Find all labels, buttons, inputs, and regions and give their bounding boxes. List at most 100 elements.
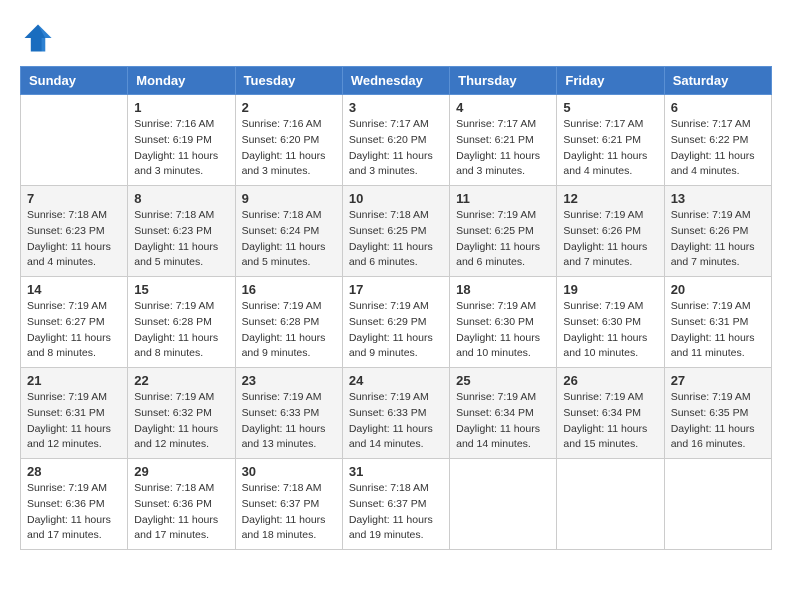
day-number: 15 <box>134 282 228 297</box>
day-number: 18 <box>456 282 550 297</box>
day-number: 21 <box>27 373 121 388</box>
day-info: Sunrise: 7:19 AMSunset: 6:31 PMDaylight:… <box>27 390 121 453</box>
day-number: 25 <box>456 373 550 388</box>
day-info: Sunrise: 7:17 AMSunset: 6:22 PMDaylight:… <box>671 117 765 180</box>
day-info: Sunrise: 7:18 AMSunset: 6:37 PMDaylight:… <box>242 481 336 544</box>
calendar-week-row: 28Sunrise: 7:19 AMSunset: 6:36 PMDayligh… <box>21 459 772 550</box>
day-info: Sunrise: 7:19 AMSunset: 6:29 PMDaylight:… <box>349 299 443 362</box>
calendar-cell: 7 Sunrise: 7:18 AMSunset: 6:23 PMDaylight… <box>21 186 128 277</box>
calendar-cell: 25 Sunrise: 7:19 AMSunset: 6:34 PMDayligh… <box>450 368 557 459</box>
calendar-day-header: Thursday <box>450 67 557 95</box>
day-info: Sunrise: 7:18 AMSunset: 6:24 PMDaylight:… <box>242 208 336 271</box>
day-info: Sunrise: 7:18 AMSunset: 6:36 PMDaylight:… <box>134 481 228 544</box>
calendar-cell: 18 Sunrise: 7:19 AMSunset: 6:30 PMDayligh… <box>450 277 557 368</box>
day-info: Sunrise: 7:19 AMSunset: 6:27 PMDaylight:… <box>27 299 121 362</box>
calendar-day-header: Monday <box>128 67 235 95</box>
day-number: 1 <box>134 100 228 115</box>
day-number: 8 <box>134 191 228 206</box>
day-number: 20 <box>671 282 765 297</box>
calendar-cell: 21 Sunrise: 7:19 AMSunset: 6:31 PMDayligh… <box>21 368 128 459</box>
day-number: 31 <box>349 464 443 479</box>
calendar-table: SundayMondayTuesdayWednesdayThursdayFrid… <box>20 66 772 550</box>
calendar-cell: 1 Sunrise: 7:16 AMSunset: 6:19 PMDaylight… <box>128 95 235 186</box>
calendar-day-header: Friday <box>557 67 664 95</box>
day-info: Sunrise: 7:19 AMSunset: 6:26 PMDaylight:… <box>563 208 657 271</box>
day-number: 3 <box>349 100 443 115</box>
calendar-day-header: Sunday <box>21 67 128 95</box>
page-header <box>20 20 772 56</box>
calendar-cell <box>664 459 771 550</box>
calendar-week-row: 14 Sunrise: 7:19 AMSunset: 6:27 PMDayligh… <box>21 277 772 368</box>
day-number: 10 <box>349 191 443 206</box>
day-number: 30 <box>242 464 336 479</box>
day-number: 6 <box>671 100 765 115</box>
calendar-cell: 11 Sunrise: 7:19 AMSunset: 6:25 PMDayligh… <box>450 186 557 277</box>
calendar-cell: 20 Sunrise: 7:19 AMSunset: 6:31 PMDayligh… <box>664 277 771 368</box>
day-info: Sunrise: 7:19 AMSunset: 6:30 PMDaylight:… <box>563 299 657 362</box>
calendar-week-row: 1 Sunrise: 7:16 AMSunset: 6:19 PMDaylight… <box>21 95 772 186</box>
day-info: Sunrise: 7:17 AMSunset: 6:20 PMDaylight:… <box>349 117 443 180</box>
day-number: 29 <box>134 464 228 479</box>
calendar-cell: 2 Sunrise: 7:16 AMSunset: 6:20 PMDaylight… <box>235 95 342 186</box>
calendar-cell: 28Sunrise: 7:19 AMSunset: 6:36 PMDayligh… <box>21 459 128 550</box>
calendar-cell <box>21 95 128 186</box>
calendar-cell <box>450 459 557 550</box>
calendar-cell: 17 Sunrise: 7:19 AMSunset: 6:29 PMDayligh… <box>342 277 449 368</box>
calendar-cell: 24 Sunrise: 7:19 AMSunset: 6:33 PMDayligh… <box>342 368 449 459</box>
calendar-day-header: Saturday <box>664 67 771 95</box>
calendar-cell: 8Sunrise: 7:18 AMSunset: 6:23 PMDaylight… <box>128 186 235 277</box>
day-info: Sunrise: 7:17 AMSunset: 6:21 PMDaylight:… <box>456 117 550 180</box>
calendar-week-row: 21 Sunrise: 7:19 AMSunset: 6:31 PMDayligh… <box>21 368 772 459</box>
logo-icon <box>20 20 56 56</box>
calendar-cell: 23Sunrise: 7:19 AMSunset: 6:33 PMDayligh… <box>235 368 342 459</box>
day-info: Sunrise: 7:19 AMSunset: 6:32 PMDaylight:… <box>134 390 228 453</box>
day-info: Sunrise: 7:19 AMSunset: 6:30 PMDaylight:… <box>456 299 550 362</box>
day-info: Sunrise: 7:16 AMSunset: 6:19 PMDaylight:… <box>134 117 228 180</box>
calendar-cell: 22 Sunrise: 7:19 AMSunset: 6:32 PMDayligh… <box>128 368 235 459</box>
day-number: 4 <box>456 100 550 115</box>
day-info: Sunrise: 7:19 AMSunset: 6:33 PMDaylight:… <box>349 390 443 453</box>
day-info: Sunrise: 7:19 AMSunset: 6:33 PMDaylight:… <box>242 390 336 453</box>
calendar-header-row: SundayMondayTuesdayWednesdayThursdayFrid… <box>21 67 772 95</box>
day-number: 16 <box>242 282 336 297</box>
calendar-day-header: Wednesday <box>342 67 449 95</box>
day-info: Sunrise: 7:18 AMSunset: 6:23 PMDaylight:… <box>27 208 121 271</box>
day-info: Sunrise: 7:16 AMSunset: 6:20 PMDaylight:… <box>242 117 336 180</box>
calendar-cell: 16 Sunrise: 7:19 AMSunset: 6:28 PMDayligh… <box>235 277 342 368</box>
day-number: 22 <box>134 373 228 388</box>
day-number: 14 <box>27 282 121 297</box>
calendar-day-header: Tuesday <box>235 67 342 95</box>
day-info: Sunrise: 7:17 AMSunset: 6:21 PMDaylight:… <box>563 117 657 180</box>
calendar-body: 1 Sunrise: 7:16 AMSunset: 6:19 PMDaylight… <box>21 95 772 550</box>
calendar-cell: 31 Sunrise: 7:18 AMSunset: 6:37 PMDayligh… <box>342 459 449 550</box>
calendar-cell: 14 Sunrise: 7:19 AMSunset: 6:27 PMDayligh… <box>21 277 128 368</box>
calendar-cell: 30 Sunrise: 7:18 AMSunset: 6:37 PMDayligh… <box>235 459 342 550</box>
day-number: 17 <box>349 282 443 297</box>
day-number: 27 <box>671 373 765 388</box>
day-number: 26 <box>563 373 657 388</box>
calendar-cell: 26 Sunrise: 7:19 AMSunset: 6:34 PMDayligh… <box>557 368 664 459</box>
day-number: 5 <box>563 100 657 115</box>
day-number: 24 <box>349 373 443 388</box>
calendar-cell: 3 Sunrise: 7:17 AMSunset: 6:20 PMDaylight… <box>342 95 449 186</box>
day-number: 7 <box>27 191 121 206</box>
day-info: Sunrise: 7:19 AMSunset: 6:34 PMDaylight:… <box>456 390 550 453</box>
logo <box>20 20 60 56</box>
day-info: Sunrise: 7:19 AMSunset: 6:26 PMDaylight:… <box>671 208 765 271</box>
day-info: Sunrise: 7:19 AMSunset: 6:31 PMDaylight:… <box>671 299 765 362</box>
day-info: Sunrise: 7:18 AMSunset: 6:37 PMDaylight:… <box>349 481 443 544</box>
calendar-week-row: 7 Sunrise: 7:18 AMSunset: 6:23 PMDaylight… <box>21 186 772 277</box>
day-number: 11 <box>456 191 550 206</box>
day-number: 9 <box>242 191 336 206</box>
day-info: Sunrise: 7:19 AMSunset: 6:34 PMDaylight:… <box>563 390 657 453</box>
calendar-cell: 27 Sunrise: 7:19 AMSunset: 6:35 PMDayligh… <box>664 368 771 459</box>
day-info: Sunrise: 7:19 AMSunset: 6:35 PMDaylight:… <box>671 390 765 453</box>
day-info: Sunrise: 7:19 AMSunset: 6:28 PMDaylight:… <box>242 299 336 362</box>
day-number: 28 <box>27 464 121 479</box>
day-info: Sunrise: 7:19 AMSunset: 6:28 PMDaylight:… <box>134 299 228 362</box>
calendar-cell <box>557 459 664 550</box>
day-info: Sunrise: 7:19 AMSunset: 6:25 PMDaylight:… <box>456 208 550 271</box>
calendar-cell: 19Sunrise: 7:19 AMSunset: 6:30 PMDayligh… <box>557 277 664 368</box>
day-number: 2 <box>242 100 336 115</box>
calendar-cell: 9 Sunrise: 7:18 AMSunset: 6:24 PMDaylight… <box>235 186 342 277</box>
